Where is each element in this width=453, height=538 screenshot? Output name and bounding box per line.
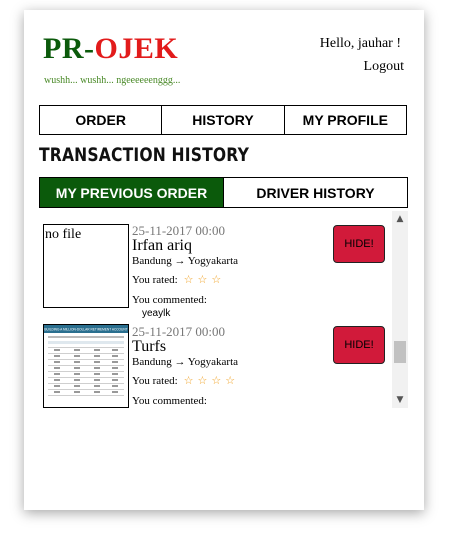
app-card: PR-OJEK wushh... wushh... ngeeeeeenggg..… (24, 10, 424, 510)
thumbnail-title: BUILDING A MILLION-DOLLAR RETIREMENT ACC… (44, 328, 127, 332)
hide-button[interactable]: HIDE! (333, 326, 385, 364)
hide-button[interactable]: HIDE! (333, 225, 385, 263)
order-route: Bandung → Yogyakarta (132, 356, 239, 368)
order-route: Bandung → Yogyakarta (132, 255, 239, 267)
tagline: wushh... wushh... ngeeeeeenggg... (44, 75, 181, 86)
nav-history[interactable]: HISTORY (162, 106, 285, 134)
driver-picture: BUILDING A MILLION-DOLLAR RETIREMENT ACC… (43, 324, 129, 408)
driver-name: Turfs (132, 338, 167, 355)
list-scrollbar[interactable]: ▲ ▼ (392, 211, 408, 408)
list-item: no file 25-11-2017 00:00 Irfan ariq Band… (39, 211, 392, 319)
scroll-up-arrow-icon[interactable]: ▲ (392, 214, 408, 224)
driver-picture: no file (43, 224, 129, 308)
rating-row: You rated: ☆☆☆ (132, 273, 225, 286)
rating-row: You rated: ☆☆☆☆ (132, 374, 239, 387)
star-icons: ☆☆☆☆ (183, 374, 240, 387)
tab-my-previous-order[interactable]: MY PREVIOUS ORDER (40, 178, 223, 207)
logo-dash: - (84, 32, 95, 65)
app-logo[interactable]: PR-OJEK (43, 32, 178, 66)
no-file-text: no file (45, 227, 82, 242)
star-icons: ☆☆☆ (183, 273, 226, 286)
scrollbar-thumb[interactable] (394, 341, 406, 363)
logo-pr: PR (43, 32, 84, 65)
order-list: no file 25-11-2017 00:00 Irfan ariq Band… (39, 211, 392, 408)
page-title: TRANSACTION HISTORY (39, 144, 250, 166)
commented-label: You commented: (132, 395, 207, 407)
tab-driver-history[interactable]: DRIVER HISTORY (223, 178, 407, 207)
nav-order[interactable]: ORDER (40, 106, 163, 134)
rated-label: You rated: (132, 375, 178, 387)
list-item: BUILDING A MILLION-DOLLAR RETIREMENT ACC… (39, 311, 392, 408)
logout-link[interactable]: Logout (364, 59, 404, 75)
history-tabs: MY PREVIOUS ORDER DRIVER HISTORY (39, 177, 408, 208)
rated-label: You rated: (132, 274, 178, 286)
document-thumbnail: BUILDING A MILLION-DOLLAR RETIREMENT ACC… (44, 325, 128, 407)
logo-ojek: OJEK (94, 32, 179, 65)
driver-name: Irfan ariq (132, 237, 192, 254)
main-nav: ORDER HISTORY MY PROFILE (39, 105, 407, 135)
scroll-down-arrow-icon[interactable]: ▼ (392, 395, 408, 405)
nav-my-profile[interactable]: MY PROFILE (285, 106, 406, 134)
commented-label: You commented: (132, 294, 207, 306)
greeting: Hello, jauhar ! (319, 36, 401, 51)
